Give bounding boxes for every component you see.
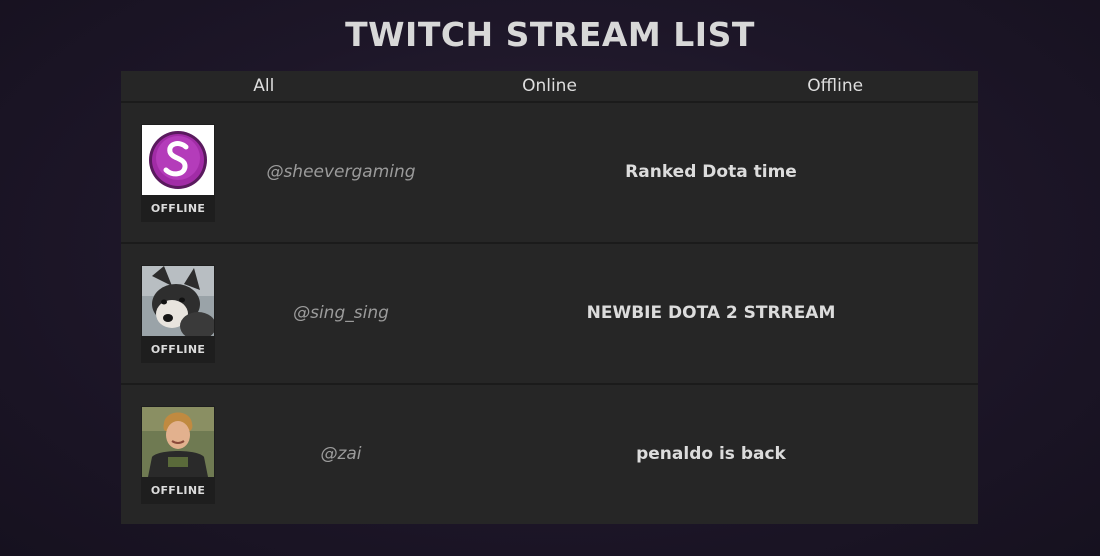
stream-title: penaldo is back [636, 444, 786, 464]
status-badge: OFFLINE [150, 484, 206, 497]
person-photo-icon [142, 407, 214, 477]
avatar[interactable] [142, 125, 214, 195]
channel-handle-link[interactable]: @zai [241, 385, 441, 524]
status-badge: OFFLINE [150, 343, 206, 356]
channel-avatar-card[interactable]: OFFLINE [141, 265, 215, 363]
stream-row: OFFLINE @sheevergaming Ranked Dota time [121, 103, 978, 244]
husky-dog-photo-icon [142, 266, 214, 336]
channel-avatar-card[interactable]: OFFLINE [141, 124, 215, 222]
stream-row: OFFLINE @sing_sing NEWBIE DOTA 2 STRREAM [121, 244, 978, 385]
channel-handle-link[interactable]: @sing_sing [241, 244, 441, 383]
avatar[interactable] [142, 266, 214, 336]
purple-s-logo-icon [142, 125, 214, 195]
status-badge: OFFLINE [150, 202, 206, 215]
stream-title: NEWBIE DOTA 2 STRREAM [586, 303, 836, 323]
tab-all[interactable]: All [121, 71, 407, 101]
tab-online[interactable]: Online [407, 71, 693, 101]
filter-tabs: All Online Offline [121, 71, 978, 103]
channel-handle-link[interactable]: @sheevergaming [241, 103, 441, 242]
tab-offline[interactable]: Offline [692, 71, 978, 101]
stream-row: OFFLINE @zai penaldo is back [121, 385, 978, 524]
stream-list-panel: All Online Offline OFFLINE @sheevergamin… [121, 71, 978, 524]
channel-avatar-card[interactable]: OFFLINE [141, 406, 215, 504]
stream-title: Ranked Dota time [625, 162, 797, 182]
page-title: TWITCH STREAM LIST [345, 15, 755, 54]
avatar[interactable] [142, 407, 214, 477]
